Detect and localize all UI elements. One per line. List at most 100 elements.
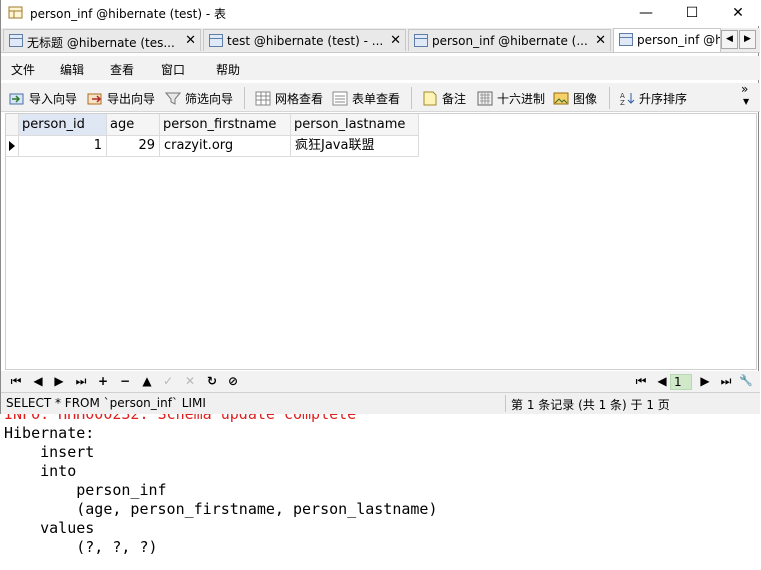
window-title: person_inf @hibernate (test) - 表: [30, 7, 227, 21]
toolbar: 导入向导 导出向导 筛选向导 网格查看 表单查看 备注 十六进制 图像 A Z …: [1, 82, 760, 112]
form-icon: [332, 91, 348, 105]
discard-changes-icon[interactable]: ✕: [183, 374, 197, 388]
import-icon: [9, 93, 24, 104]
data-grid[interactable]: person_id age person_firstname person_la…: [5, 113, 757, 370]
tab-close-icon[interactable]: ✕: [390, 33, 401, 48]
maximize-button[interactable]: ☐: [669, 0, 715, 26]
title-bar[interactable]: person_inf @hibernate (test) - 表 — ☐ ✕: [1, 0, 760, 26]
chevron-down-icon[interactable]: ▼: [743, 97, 749, 106]
apply-changes-icon[interactable]: ✓: [161, 374, 175, 388]
record-count-text: 第 1 条记录 (共 1 条) 于 1 页: [511, 398, 670, 412]
prev-record-icon[interactable]: ◀: [31, 374, 45, 388]
hex-button[interactable]: 十六进制: [477, 89, 545, 107]
table-window: person_inf @hibernate (test) - 表 — ☐ ✕ 无…: [0, 0, 760, 414]
next-record-icon[interactable]: ▶: [52, 374, 66, 388]
sql-status-text: SELECT * FROM `person_inf` LIMI: [6, 396, 206, 410]
tab-close-icon[interactable]: ✕: [595, 33, 606, 48]
tab-person-inf[interactable]: person_inf @hibernate (... ✕: [408, 29, 611, 51]
tab-strip: 无标题 @hibernate (tes... ✕ test @hibernate…: [1, 28, 760, 53]
menu-window[interactable]: 窗口: [161, 61, 185, 78]
next-page-icon[interactable]: ▶: [698, 374, 712, 388]
close-button[interactable]: ✕: [715, 0, 761, 26]
menu-bar: 文件 编辑 查看 窗口 帮助: [1, 56, 760, 80]
last-page-icon[interactable]: ⏭: [719, 374, 733, 389]
column-header-person-lastname[interactable]: person_lastname: [291, 114, 419, 136]
stop-icon[interactable]: ⊘: [226, 374, 240, 388]
sort-ascending-button[interactable]: AZ 升序排序: [619, 89, 687, 107]
image-button[interactable]: 图像: [553, 89, 597, 107]
console-line: insert: [4, 443, 95, 461]
tab-test[interactable]: test @hibernate (test) - ... ✕: [203, 29, 406, 51]
toolbar-overflow-button[interactable]: »: [741, 82, 748, 96]
console-line: (?, ?, ?): [4, 538, 158, 556]
table-icon: [414, 34, 428, 47]
tab-close-icon[interactable]: ✕: [185, 33, 196, 48]
table-cell[interactable]: 29: [107, 136, 160, 157]
memo-icon: [423, 91, 437, 105]
refresh-icon[interactable]: ↻: [205, 374, 219, 388]
filter-wizard-button[interactable]: 筛选向导: [165, 89, 233, 107]
tab-label: person_inf @hibernate (...: [432, 34, 588, 48]
first-page-icon[interactable]: ⏮: [634, 374, 648, 389]
tab-label: 无标题 @hibernate (tes...: [27, 36, 175, 50]
filter-label: 筛选向导: [185, 91, 234, 106]
export-label: 导出向导: [107, 91, 156, 106]
table-icon: [619, 33, 633, 46]
console-line: values: [4, 519, 95, 537]
status-bar: SELECT * FROM `person_inf` LIMI 第 1 条记录 …: [1, 392, 760, 414]
export-icon: [87, 93, 102, 104]
export-wizard-button[interactable]: 导出向导: [87, 89, 155, 107]
svg-text:Z: Z: [620, 99, 625, 106]
toolbar-separator: [244, 87, 245, 109]
record-navigator: ⏮ ◀ ▶ ⏭ + − ▲ ✓ ✕ ↻ ⊘ ⏮ ◀ ▶ ⏭ 🔧: [1, 371, 760, 392]
image-label: 图像: [573, 91, 598, 106]
tab-person-inf-active[interactable]: person_inf @hi: [613, 28, 721, 52]
column-header-person-id[interactable]: person_id: [19, 114, 107, 136]
form-view-label: 表单查看: [352, 91, 401, 106]
status-divider: [505, 395, 506, 412]
settings-wrench-icon[interactable]: 🔧: [739, 374, 753, 387]
current-row-indicator[interactable]: [6, 136, 19, 157]
page-number-input[interactable]: 1: [670, 374, 692, 390]
toolbar-separator: [411, 87, 412, 109]
table-cell[interactable]: crazyit.org: [160, 136, 291, 157]
menu-edit[interactable]: 编辑: [60, 61, 84, 78]
table-cell[interactable]: 1: [19, 136, 107, 157]
table-icon: [209, 34, 223, 47]
table-app-icon: [8, 6, 23, 19]
prev-page-icon[interactable]: ◀: [655, 374, 669, 388]
table-cell[interactable]: 疯狂Java联盟: [291, 136, 419, 157]
tab-untitled[interactable]: 无标题 @hibernate (tes... ✕: [3, 29, 201, 51]
add-record-icon[interactable]: +: [96, 374, 110, 388]
console-line: person_inf: [4, 481, 167, 499]
tab-scroll-left-button[interactable]: ◀: [721, 30, 738, 49]
table-icon: [9, 34, 23, 47]
memo-button[interactable]: 备注: [422, 89, 466, 107]
row-header-corner: [6, 114, 19, 136]
first-record-icon[interactable]: ⏮: [9, 374, 23, 389]
sort-ascending-icon: AZ: [620, 92, 635, 106]
console-line: (age, person_firstname, person_lastname): [4, 500, 438, 518]
last-record-icon[interactable]: ⏭: [74, 374, 88, 389]
import-label: 导入向导: [29, 91, 78, 106]
menu-view[interactable]: 查看: [110, 61, 134, 78]
tab-label: test @hibernate (test) - ...: [227, 34, 384, 48]
hex-icon: [477, 91, 493, 105]
form-view-button[interactable]: 表单查看: [332, 89, 400, 107]
memo-label: 备注: [442, 91, 467, 106]
import-wizard-button[interactable]: 导入向导: [9, 89, 77, 107]
grid-view-label: 网格查看: [275, 91, 324, 106]
tab-label: person_inf @hi: [637, 33, 721, 47]
column-header-person-firstname[interactable]: person_firstname: [160, 114, 291, 136]
image-icon: [553, 92, 569, 104]
minimize-button[interactable]: —: [623, 0, 669, 26]
grid-view-button[interactable]: 网格查看: [255, 89, 323, 107]
console-line: into: [4, 462, 77, 480]
menu-help[interactable]: 帮助: [216, 61, 240, 78]
menu-file[interactable]: 文件: [11, 61, 35, 78]
tab-scroll-right-button[interactable]: ▶: [739, 30, 756, 49]
column-header-age[interactable]: age: [107, 114, 160, 136]
sort-label: 升序排序: [639, 91, 688, 106]
delete-record-icon[interactable]: −: [118, 374, 132, 388]
move-up-icon[interactable]: ▲: [140, 374, 154, 388]
